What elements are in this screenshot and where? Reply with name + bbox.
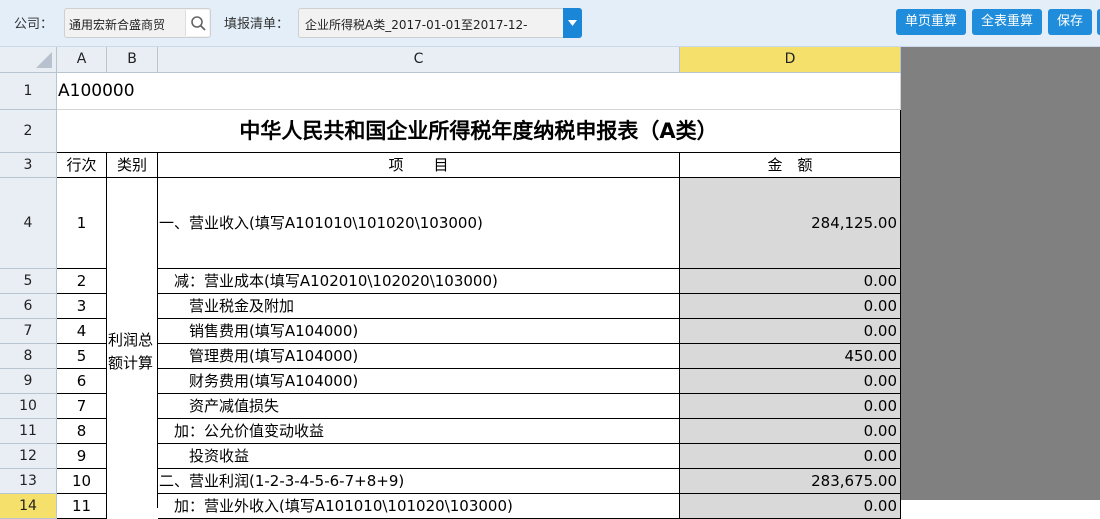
item-cell[interactable]: 营业税金及附加 [158, 294, 680, 319]
line-number-cell[interactable]: 4 [57, 319, 107, 344]
form-title[interactable]: 中华人民共和国企业所得税年度纳税申报表（A类） [57, 110, 901, 153]
row-header[interactable]: 6 [0, 294, 57, 319]
line-number-cell[interactable]: 5 [57, 344, 107, 369]
amount-cell[interactable]: 0.00 [680, 444, 901, 469]
line-number-cell[interactable]: 11 [57, 494, 107, 519]
amount-cell[interactable]: 0.00 [680, 294, 901, 319]
row-header[interactable]: 3 [0, 153, 57, 178]
item-cell[interactable]: 加：公允价值变动收益 [158, 419, 680, 444]
amount-cell[interactable]: 0.00 [680, 494, 901, 519]
line-number-cell[interactable]: 6 [57, 369, 107, 394]
toolbar: 公司： 通用宏新合盛商贸 填报清单： 企业所得税A类_2017-01-01至20… [0, 0, 1100, 47]
form-code[interactable]: A100000 [57, 73, 901, 110]
line-number-cell[interactable]: 9 [57, 444, 107, 469]
item-cell[interactable]: 资产减值损失 [158, 394, 680, 419]
amount-cell[interactable]: 283,675.00 [680, 469, 901, 494]
company-value: 通用宏新合盛商贸 [69, 18, 166, 32]
company-search-button[interactable] [185, 10, 209, 36]
amount-cell[interactable]: 284,125.00 [680, 178, 901, 269]
row-header[interactable]: 5 [0, 269, 57, 294]
column-header-b[interactable]: B [107, 47, 158, 73]
line-number-cell[interactable]: 3 [57, 294, 107, 319]
line-number-cell[interactable]: 8 [57, 419, 107, 444]
row-header[interactable]: 10 [0, 394, 57, 419]
row-header[interactable]: 1 [0, 73, 57, 110]
row-header[interactable]: 9 [0, 369, 57, 394]
company-field[interactable]: 通用宏新合盛商贸 [64, 8, 211, 38]
header-line-no[interactable]: 行次 [57, 153, 107, 178]
column-header-a[interactable]: A [57, 47, 107, 73]
row-header[interactable]: 4 [0, 178, 57, 269]
item-cell[interactable]: 二、营业利润(1-2-3-4-5-6-7+8+9) [158, 469, 680, 494]
row-header[interactable]: 8 [0, 344, 57, 369]
amount-cell[interactable]: 450.00 [680, 344, 901, 369]
column-header-c[interactable]: C [158, 47, 680, 73]
recalc-page-button[interactable]: 单页重算 [896, 9, 966, 35]
list-label: 填报清单： [224, 17, 290, 32]
line-number-cell[interactable]: 2 [57, 269, 107, 294]
item-cell[interactable]: 财务费用(填写A104000) [158, 369, 680, 394]
company-label: 公司： [14, 17, 54, 32]
header-item[interactable]: 项 目 [158, 153, 680, 178]
row-header[interactable]: 2 [0, 110, 57, 153]
line-number-cell[interactable]: 1 [57, 178, 107, 269]
row-header[interactable]: 13 [0, 469, 57, 494]
row-header[interactable]: 7 [0, 319, 57, 344]
list-value: 企业所得税A类_2017-01-01至2017-12- [305, 18, 528, 32]
amount-cell[interactable]: 0.00 [680, 394, 901, 419]
chevron-down-icon [568, 20, 577, 26]
save-button[interactable]: 保存 [1048, 9, 1092, 35]
header-amount[interactable]: 金 额 [680, 153, 901, 178]
corner-triangle-icon [36, 52, 52, 68]
sheet-empty-area [901, 47, 1100, 500]
select-all-corner[interactable] [0, 47, 57, 73]
item-cell[interactable]: 投资收益 [158, 444, 680, 469]
row-header[interactable]: 12 [0, 444, 57, 469]
item-cell[interactable]: 减：营业成本(填写A102010\102020\103000) [158, 269, 680, 294]
recalc-all-button[interactable]: 全表重算 [972, 9, 1042, 35]
line-number-cell[interactable]: 10 [57, 469, 107, 494]
row-header[interactable]: 11 [0, 419, 57, 444]
row-header[interactable]: 14 [0, 494, 57, 519]
line-number-cell[interactable]: 7 [57, 394, 107, 419]
list-select[interactable]: 企业所得税A类_2017-01-01至2017-12- [298, 8, 582, 38]
amount-cell[interactable]: 0.00 [680, 419, 901, 444]
amount-cell[interactable]: 0.00 [680, 319, 901, 344]
search-icon [191, 16, 206, 31]
header-category[interactable]: 类别 [107, 153, 158, 178]
item-cell[interactable]: 加：营业外收入(填写A101010\101020\103000) [158, 494, 680, 519]
column-header-d[interactable]: D [680, 47, 901, 73]
list-dropdown-button[interactable] [563, 8, 582, 38]
amount-cell[interactable]: 0.00 [680, 269, 901, 294]
category-profit[interactable]: 利润总额计算 [107, 178, 158, 508]
amount-cell[interactable]: 0.00 [680, 369, 901, 394]
item-cell[interactable]: 一、营业收入(填写A101010\101020\103000) [158, 178, 680, 269]
item-cell[interactable]: 管理费用(填写A104000) [158, 344, 680, 369]
item-cell[interactable]: 销售费用(填写A104000) [158, 319, 680, 344]
